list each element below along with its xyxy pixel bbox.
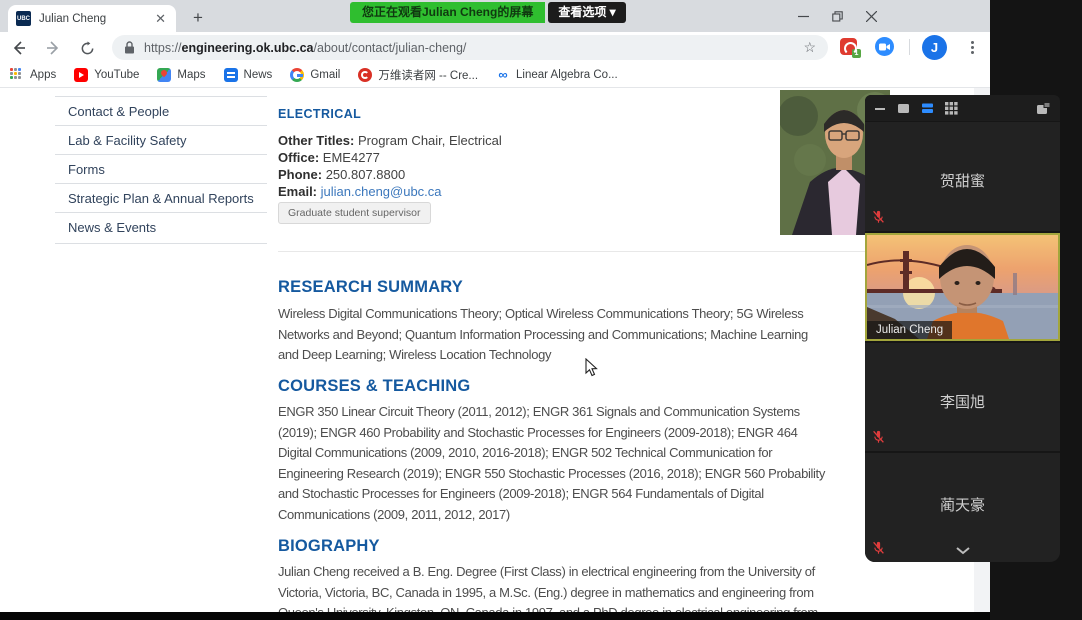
courses-teaching-text: ENGR 350 Linear Circuit Theory (2011, 20… [278,402,825,525]
bookmark-gmail[interactable]: Gmail [290,68,340,82]
muted-mic-icon [872,430,885,444]
wanwei-icon [358,68,372,82]
apps-grid-icon [10,68,24,82]
gallery-view-icon[interactable] [945,102,958,115]
bookmark-youtube[interactable]: YouTube [74,68,139,82]
biography-heading: BIOGRAPHY [278,537,380,556]
news-icon [224,68,238,82]
sidebar-nav: Contact & People Lab & Facility Safety F… [55,96,267,244]
toolbar-divider [909,39,910,55]
popout-layout-icon[interactable] [1036,102,1051,115]
sidebar-item-forms[interactable]: Forms [55,154,267,183]
profile-avatar[interactable]: J [922,35,947,60]
zoom-participants-panel: 贺甜蜜 [865,95,1060,562]
supervisor-badge: Graduate student supervisor [278,202,431,224]
ubc-favicon-icon: UBC [16,11,31,26]
courses-teaching-heading: COURSES & TEACHING [278,377,470,396]
address-bar[interactable]: https://engineering.ok.ubc.ca/about/cont… [112,35,828,60]
other-titles-row: Other Titles: Program Chair, Electrical [278,132,502,149]
forward-icon[interactable] [40,35,66,61]
extension-badge: 1 [852,49,861,58]
email-row: Email: julian.cheng@ubc.ca [278,183,502,200]
research-summary-text: Wireless Digital Communications Theory; … [278,304,808,366]
collapse-strip-chevron-icon[interactable] [865,542,1060,560]
participant-tile-julian-video[interactable]: Julian Cheng [865,233,1060,341]
maps-icon [157,68,171,82]
zoom-panel-toolbar [865,95,1060,121]
chrome-menu-icon[interactable] [962,37,982,57]
email-link[interactable]: julian.cheng@ubc.ca [321,184,442,199]
participant-name: Julian Cheng [867,321,952,339]
browser-toolbar: https://engineering.ok.ubc.ca/about/cont… [0,32,990,62]
sidebar-item-contact-people[interactable]: Contact & People [55,96,267,125]
google-g-icon [290,68,304,82]
bookmark-maps[interactable]: Maps [157,68,205,82]
sidebar-item-lab-safety[interactable]: Lab & Facility Safety [55,125,267,154]
participant-tile-3[interactable]: 李国旭 [865,343,1060,451]
reader-extension-icon[interactable]: 1 [840,38,857,55]
office-row: Office: EME4277 [278,149,502,166]
strip-view-icon[interactable] [921,103,934,114]
speaker-view-icon[interactable] [897,103,910,114]
bookmarks-bar: Apps YouTube Maps News Gmail 万维读者网 -- Cr… [0,62,990,88]
youtube-icon [74,68,88,82]
infinity-icon: ∞ [496,68,510,82]
desktop: UBC Julian Cheng ✕ + [0,0,1082,620]
biography-text: Julian Cheng received a B. Eng. Degree (… [278,562,818,612]
close-button[interactable] [854,0,888,32]
tab-close-icon[interactable]: ✕ [153,11,168,27]
participant-name: 贺甜蜜 [865,170,1060,191]
browser-window: UBC Julian Cheng ✕ + [0,0,990,620]
minimize-button[interactable] [786,0,820,32]
sidebar-item-news-events[interactable]: News & Events [55,212,267,244]
muted-mic-icon [872,210,885,224]
lock-icon [124,41,135,54]
screen-share-letterbox [0,612,990,620]
phone-row: Phone: 250.807.8800 [278,166,502,183]
url-text: https://engineering.ok.ubc.ca/about/cont… [144,41,803,55]
participant-tile-4[interactable]: 蔺天豪 [865,453,1060,562]
reload-icon[interactable] [74,35,100,61]
department-link[interactable]: ELECTRICAL [278,107,361,121]
panel-minimize-icon[interactable] [874,102,886,114]
zoom-share-banner: 您正在观看Julian Cheng的屏幕 查看选项 ▾ [350,2,626,23]
participant-tile-1[interactable]: 贺甜蜜 [865,122,1060,231]
bookmark-wanwei[interactable]: 万维读者网 -- Cre... [358,67,478,83]
participant-name: 李国旭 [865,391,1060,412]
share-message: 您正在观看Julian Cheng的屏幕 [350,2,545,23]
restore-button[interactable] [820,0,854,32]
research-summary-heading: RESEARCH SUMMARY [278,278,463,297]
bookmark-linear-algebra[interactable]: ∞Linear Algebra Co... [496,68,618,82]
new-tab-button[interactable]: + [186,6,210,30]
bookmark-apps[interactable]: Apps [10,68,56,82]
browser-tab[interactable]: UBC Julian Cheng ✕ [8,5,176,32]
tab-title: Julian Cheng [39,13,153,25]
mouse-cursor [585,358,598,382]
participant-name: 蔺天豪 [865,494,1060,515]
professor-heading-clipped: PROFESSOR [278,88,378,91]
back-icon[interactable] [6,35,32,61]
sidebar-item-strategic-plan[interactable]: Strategic Plan & Annual Reports [55,183,267,212]
bookmark-star-icon[interactable]: ☆ [803,39,816,56]
zoom-extension-icon[interactable] [875,37,894,56]
bookmark-news[interactable]: News [224,68,273,82]
page-content: Contact & People Lab & Facility Safety F… [0,88,990,612]
window-controls [786,0,888,32]
contact-info: Other Titles: Program Chair, Electrical … [278,132,502,200]
view-options-button[interactable]: 查看选项 ▾ [548,2,625,23]
